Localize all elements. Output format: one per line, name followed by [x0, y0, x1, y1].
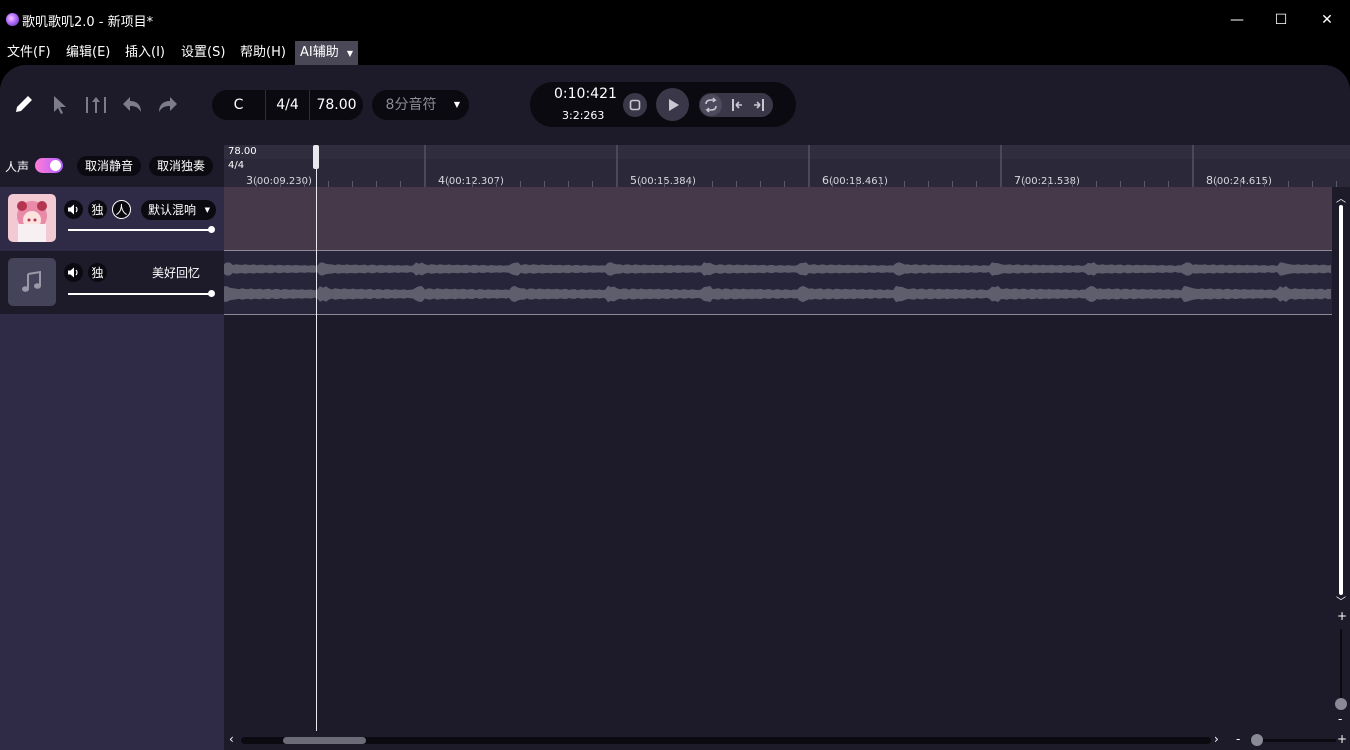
chevron-down-icon: ▼ — [204, 206, 210, 214]
chevron-right-icon[interactable]: › — [1214, 732, 1219, 746]
vertical-scroll-thumb[interactable] — [1339, 205, 1343, 595]
key-selector[interactable]: C — [212, 90, 265, 120]
music-note-icon — [22, 270, 41, 292]
timeline-ruler[interactable]: 78.00 4/4 3(00:09.230) 4(00:12.307) 5(00:1… — [224, 145, 1350, 187]
ruler-bar-line — [808, 145, 810, 187]
lane-divider — [224, 314, 1332, 315]
split-icon[interactable] — [83, 92, 109, 118]
playhead-handle[interactable] — [313, 145, 319, 169]
vertical-zoom-out-button[interactable]: - — [1338, 712, 1342, 726]
reverb-value: 默认混响 — [148, 203, 197, 217]
menu-file[interactable]: 文件(F) — [7, 41, 51, 65]
menu-ai-label: AI辅助 — [300, 45, 339, 60]
pointer-icon[interactable] — [47, 92, 73, 118]
ruler-time-signature-marker[interactable]: 4/4 — [228, 160, 244, 171]
menu-help[interactable]: 帮助(H) — [240, 41, 286, 65]
horizontal-zoom-in-button[interactable]: + — [1337, 732, 1347, 746]
play-icon — [668, 98, 679, 111]
vocal-solo-button[interactable]: 独 — [88, 200, 107, 219]
vocal-volume-slider[interactable] — [68, 226, 215, 233]
horizontal-scroll-thumb[interactable] — [283, 737, 366, 744]
menu-ai-assist[interactable]: AI辅助 ▼ — [295, 41, 359, 65]
volume-knob[interactable] — [208, 226, 215, 233]
singer-avatar[interactable] — [8, 194, 56, 242]
horizontal-scroll-track[interactable] — [241, 737, 1211, 744]
play-button[interactable] — [656, 88, 689, 121]
playback-time: 0:10:421 — [554, 86, 617, 102]
vertical-scrollbar[interactable]: ︿ ﹀ + - — [1332, 187, 1350, 731]
project-settings-pill: C 4/4 78.00 — [212, 90, 363, 120]
playhead — [316, 145, 317, 731]
ruler-bar-line — [424, 145, 426, 187]
track-header-column: 人声 取消静音 取消独奏 独 人 默认混响 ▼ 独 美好回忆 — [0, 145, 224, 750]
tempo-input[interactable]: 78.00 — [310, 90, 363, 120]
pencil-icon[interactable] — [11, 92, 37, 118]
chevron-down-icon[interactable]: ﹀ — [1336, 593, 1346, 608]
window-title: 歌叽歌叽2.0 - 新项目* — [22, 15, 154, 30]
redo-icon[interactable] — [155, 92, 181, 118]
audio-track-name[interactable]: 美好回忆 — [152, 264, 200, 281]
menu-settings[interactable]: 设置(S) — [181, 41, 225, 65]
time-signature-selector[interactable]: 4/4 — [266, 90, 309, 120]
global-track-controls: 人声 取消静音 取消独奏 — [0, 145, 224, 187]
horizontal-zoom-knob[interactable] — [1251, 734, 1263, 746]
horizontal-zoom-out-button[interactable]: - — [1236, 732, 1240, 746]
chevron-up-icon[interactable]: ︿ — [1336, 190, 1346, 205]
stop-icon — [629, 99, 641, 111]
chevron-down-icon: ▼ — [453, 100, 461, 109]
reverb-dropdown[interactable]: 默认混响 ▼ — [141, 200, 216, 220]
vocal-track-header[interactable]: 独 人 默认混响 ▼ — [0, 187, 224, 250]
vertical-zoom-knob[interactable] — [1335, 698, 1347, 710]
quantize-dropdown[interactable]: 8分音符 ▼ — [372, 90, 469, 120]
ruler-bar-line — [616, 145, 618, 187]
ruler-bar-line — [1000, 145, 1002, 187]
chevron-down-icon: ▼ — [346, 49, 354, 58]
audio-volume-slider[interactable] — [68, 290, 215, 297]
minimize-button[interactable]: — — [1225, 8, 1249, 32]
title-bar: 歌叽歌叽2.0 - 新项目* — ☐ ✕ — [0, 0, 1350, 40]
loop-icon[interactable] — [703, 97, 719, 113]
ruler-bar-line — [1192, 145, 1194, 187]
main-panel: C 4/4 78.00 8分音符 ▼ 0:10:421 3:2:263 人声 取… — [0, 65, 1350, 750]
horizontal-scrollbar[interactable]: ‹ › - + — [224, 731, 1350, 750]
transport-panel: 0:10:421 3:2:263 — [530, 82, 796, 127]
volume-knob[interactable] — [208, 290, 215, 297]
unsolo-all-button[interactable]: 取消独奏 — [149, 156, 213, 176]
menu-edit[interactable]: 编辑(E) — [66, 41, 110, 65]
menu-insert[interactable]: 插入(I) — [125, 41, 165, 65]
audio-track-header[interactable]: 独 美好回忆 — [0, 251, 224, 314]
audio-waveform[interactable] — [224, 251, 1332, 314]
unmute-all-button[interactable]: 取消静音 — [77, 156, 141, 176]
ruler-tempo-marker[interactable]: 78.00 — [228, 146, 257, 157]
vocal-mute-button[interactable] — [64, 200, 83, 219]
toggle-knob — [50, 160, 61, 171]
vocal-toggle-label: 人声 — [5, 160, 30, 174]
menu-bar: 文件(F) 编辑(E) 插入(I) 设置(S) 帮助(H) AI辅助 ▼ — [0, 41, 600, 65]
vocal-lane[interactable] — [224, 187, 1332, 250]
chevron-left-icon[interactable]: ‹ — [229, 732, 234, 746]
vertical-zoom-track[interactable] — [1340, 629, 1342, 709]
audio-lane[interactable] — [224, 251, 1332, 314]
vocal-singer-button[interactable]: 人 — [112, 200, 131, 219]
loop-start-icon[interactable] — [730, 97, 744, 113]
vertical-zoom-in-button[interactable]: + — [1337, 609, 1347, 623]
speaker-icon — [68, 267, 78, 278]
maximize-button[interactable]: ☐ — [1269, 8, 1293, 32]
undo-icon[interactable] — [119, 92, 145, 118]
stop-button[interactable] — [623, 93, 647, 117]
waveform-channel — [224, 285, 1331, 303]
vocal-toggle[interactable] — [35, 158, 63, 173]
speaker-icon — [68, 204, 78, 215]
app-logo-icon — [6, 13, 19, 26]
waveform-channel — [224, 262, 1331, 276]
audio-solo-button[interactable]: 独 — [88, 263, 107, 282]
close-button[interactable]: ✕ — [1315, 8, 1339, 32]
beat-position: 3:2:263 — [562, 109, 605, 122]
audio-track-icon[interactable] — [8, 258, 56, 306]
quantize-value: 8分音符 — [385, 97, 437, 113]
ruler-marker-strip — [224, 145, 1350, 159]
audio-mute-button[interactable] — [64, 263, 83, 282]
loop-end-icon[interactable] — [752, 97, 766, 113]
